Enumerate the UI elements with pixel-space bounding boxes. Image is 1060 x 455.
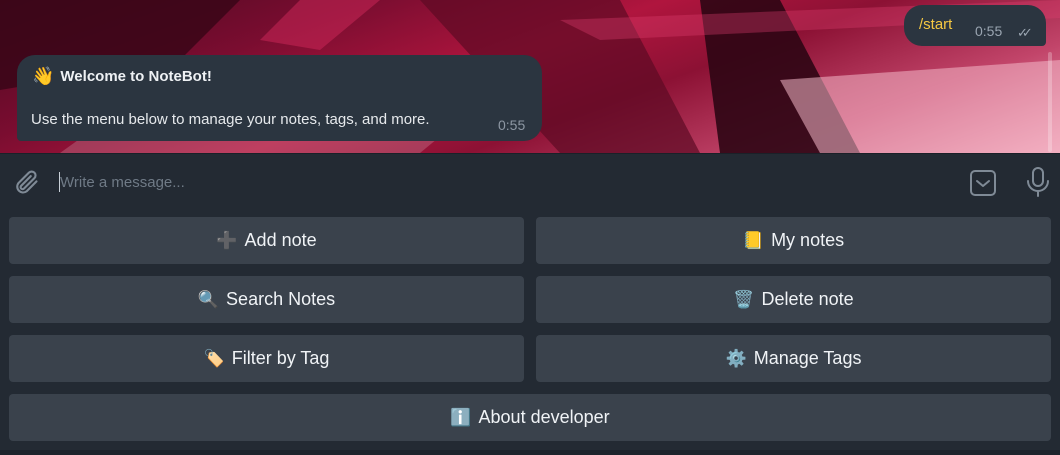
chat-wallpaper: /start 0:55 ✓✓ 👋 Welcome to NoteBot! Use… <box>0 0 1060 153</box>
button-label: About developer <box>478 407 610 427</box>
reply-keyboard: ➕ Add note 📒 My notes 🔍 Search Notes 🗑️ … <box>0 208 1060 455</box>
outgoing-message[interactable]: /start 0:55 ✓✓ <box>904 5 1046 46</box>
message-title: 👋 Welcome to NoteBot! <box>32 66 212 87</box>
double-check-icon: ✓✓ <box>1017 25 1033 40</box>
manage-tags-button[interactable]: ⚙️ Manage Tags <box>536 335 1051 382</box>
text-caret <box>59 172 60 192</box>
message-title-text: Welcome to NoteBot! <box>60 68 212 85</box>
button-label: My notes <box>771 230 845 250</box>
message-time: 0:55 <box>498 117 526 133</box>
notebook-icon: 📒 <box>742 231 765 250</box>
add-note-button[interactable]: ➕ Add note <box>9 217 524 264</box>
button-label: Add note <box>244 230 317 250</box>
paperclip-icon[interactable] <box>12 168 40 196</box>
message-body: Use the menu below to manage your notes,… <box>31 111 430 128</box>
delete-note-button[interactable]: 🗑️ Delete note <box>536 276 1051 323</box>
filter-by-tag-button[interactable]: 🏷️ Filter by Tag <box>9 335 524 382</box>
button-label: Search Notes <box>226 289 336 309</box>
message-input[interactable] <box>60 169 940 195</box>
button-label: Delete note <box>761 289 854 309</box>
waving-hand-icon: 👋 <box>32 66 55 86</box>
incoming-message[interactable]: 👋 Welcome to NoteBot! Use the menu below… <box>17 55 542 141</box>
button-label: Filter by Tag <box>231 348 330 368</box>
message-composer <box>0 153 1060 208</box>
button-label: Manage Tags <box>753 348 862 368</box>
wastebasket-icon: 🗑️ <box>733 290 755 309</box>
info-icon: ℹ️ <box>450 408 472 427</box>
search-notes-button[interactable]: 🔍 Search Notes <box>9 276 524 323</box>
gear-icon: ⚙️ <box>725 349 747 368</box>
bottom-edge <box>0 450 1060 455</box>
keyboard-toggle-icon[interactable] <box>968 168 998 198</box>
my-notes-button[interactable]: 📒 My notes <box>536 217 1051 264</box>
tag-icon: 🏷️ <box>203 349 225 368</box>
magnifier-icon: 🔍 <box>197 290 220 309</box>
plus-icon: ➕ <box>216 231 238 250</box>
about-developer-button[interactable]: ℹ️ About developer <box>9 394 1051 441</box>
scrollbar[interactable] <box>1048 52 1052 152</box>
message-text[interactable]: /start <box>919 16 952 33</box>
message-time: 0:55 <box>975 23 1003 39</box>
microphone-icon[interactable] <box>1024 166 1052 198</box>
